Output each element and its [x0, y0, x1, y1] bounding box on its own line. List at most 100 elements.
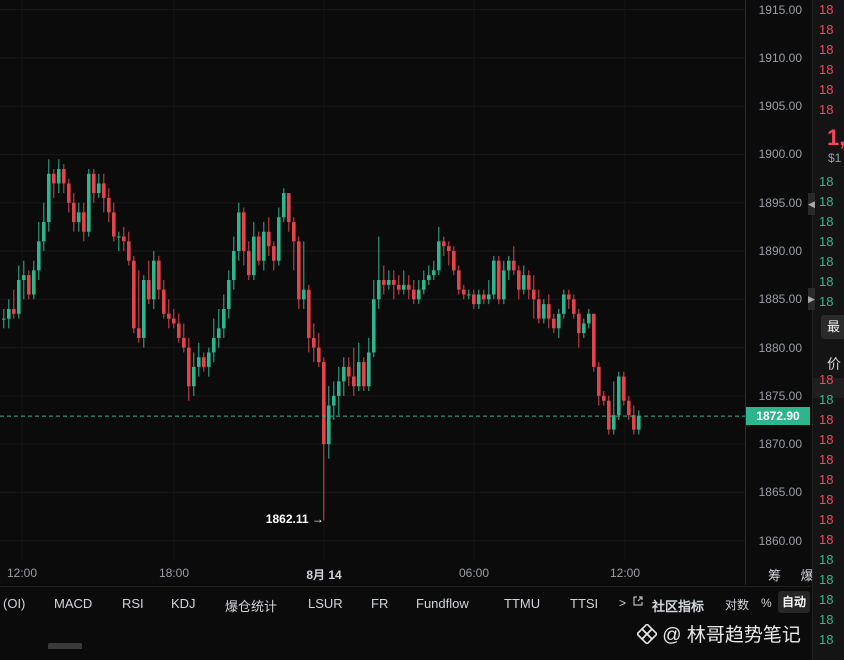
orderbook-precision-button[interactable]: 最 — [821, 315, 844, 339]
candle[interactable] — [542, 299, 546, 324]
candle[interactable] — [82, 202, 86, 242]
candle[interactable] — [592, 313, 596, 372]
candle[interactable] — [87, 168, 91, 237]
orderbook-price[interactable]: 18 — [819, 612, 833, 627]
candle[interactable] — [577, 308, 581, 348]
candle[interactable] — [527, 270, 531, 300]
candle[interactable] — [562, 289, 566, 319]
orderbook-price[interactable]: 18 — [819, 2, 833, 17]
candle[interactable] — [192, 352, 196, 396]
candle[interactable] — [312, 323, 316, 363]
candle[interactable] — [572, 294, 576, 319]
orderbook-price[interactable]: 18 — [819, 572, 833, 587]
candle[interactable] — [2, 308, 6, 329]
candle[interactable] — [427, 265, 431, 285]
candle[interactable] — [537, 289, 541, 324]
orderbook-price[interactable]: 18 — [819, 512, 833, 527]
candle[interactable] — [307, 284, 311, 353]
candle[interactable] — [532, 275, 536, 319]
candle[interactable] — [217, 308, 221, 348]
candle[interactable] — [497, 255, 501, 305]
orderbook-price[interactable]: 18 — [819, 274, 833, 289]
community-indicators-link[interactable]: 社区指标 — [652, 596, 704, 615]
candle[interactable] — [42, 202, 46, 252]
candle[interactable] — [12, 289, 16, 319]
candle[interactable] — [332, 381, 336, 420]
indicator-macd[interactable]: MACD — [54, 596, 92, 611]
candle[interactable] — [57, 159, 61, 194]
candle[interactable] — [557, 308, 561, 338]
orderbook-price[interactable]: 18 — [819, 412, 833, 427]
indicator-rsi[interactable]: RSI — [122, 596, 144, 611]
candle[interactable] — [377, 236, 381, 309]
candle[interactable] — [317, 333, 321, 367]
candle[interactable] — [522, 265, 526, 295]
candle[interactable] — [372, 280, 376, 358]
candle[interactable] — [72, 193, 76, 232]
orderbook-price[interactable]: 18 — [819, 62, 833, 77]
candle[interactable] — [277, 207, 281, 266]
orderbook-price[interactable]: 18 — [819, 472, 833, 487]
candle[interactable] — [327, 386, 331, 459]
candle[interactable] — [147, 260, 151, 305]
candle[interactable] — [467, 289, 471, 300]
panel-expand-right-icon[interactable]: ▶ — [808, 288, 815, 310]
auto-scale-button[interactable]: 自动 — [778, 591, 810, 613]
chevron-right-icon[interactable]: > — [619, 596, 626, 610]
candle[interactable] — [107, 188, 111, 223]
candle[interactable] — [152, 251, 156, 309]
candle[interactable] — [292, 217, 296, 271]
indicator-fundflow[interactable]: Fundflow — [416, 596, 469, 611]
candle[interactable] — [237, 202, 241, 261]
candle[interactable] — [252, 222, 256, 280]
orderbook-price[interactable]: 18 — [819, 532, 833, 547]
candle[interactable] — [322, 357, 326, 521]
candle[interactable] — [117, 231, 121, 252]
candle[interactable] — [207, 347, 211, 377]
candle[interactable] — [267, 217, 271, 256]
candle[interactable] — [202, 352, 206, 372]
candle[interactable] — [412, 280, 416, 305]
indicator-ttmu[interactable]: TTMU — [504, 596, 540, 611]
candle[interactable] — [387, 270, 391, 290]
candle[interactable] — [127, 231, 131, 266]
indicator-oi[interactable]: (OI) — [3, 596, 25, 611]
orderbook-price[interactable]: 18 — [819, 22, 833, 37]
orderbook-price[interactable]: 18 — [819, 492, 833, 507]
log-scale-toggle[interactable]: 对数 — [725, 596, 749, 613]
chart-canvas[interactable] — [0, 0, 745, 585]
candle[interactable] — [102, 173, 106, 213]
orderbook-price[interactable]: 18 — [819, 452, 833, 467]
candle[interactable] — [32, 260, 36, 300]
candle[interactable] — [7, 299, 11, 329]
candle[interactable] — [162, 280, 166, 319]
candle[interactable] — [342, 357, 346, 396]
candle[interactable] — [407, 275, 411, 300]
candle[interactable] — [287, 193, 291, 232]
candle[interactable] — [587, 308, 591, 329]
candle[interactable] — [337, 366, 341, 416]
orderbook-price[interactable]: 18 — [819, 82, 833, 97]
candle[interactable] — [397, 275, 401, 295]
candle[interactable] — [222, 294, 226, 338]
candle[interactable] — [17, 265, 21, 319]
candle[interactable] — [362, 357, 366, 392]
orderbook-price[interactable]: 18 — [819, 214, 833, 229]
candle[interactable] — [37, 222, 41, 280]
external-link-icon[interactable] — [633, 596, 643, 609]
candle[interactable] — [502, 260, 506, 305]
candle[interactable] — [622, 371, 626, 406]
candle[interactable] — [62, 164, 66, 194]
candle[interactable] — [417, 280, 421, 305]
candle[interactable] — [172, 308, 176, 329]
candle[interactable] — [487, 280, 491, 305]
candle[interactable] — [482, 289, 486, 305]
orderbook-price[interactable]: 18 — [819, 174, 833, 189]
orderbook-price[interactable]: 18 — [819, 632, 833, 647]
orderbook-price[interactable]: 18 — [819, 552, 833, 567]
candle[interactable] — [472, 289, 476, 309]
candle[interactable] — [272, 241, 276, 271]
candle[interactable] — [422, 270, 426, 295]
orderbook-price[interactable]: 18 — [819, 432, 833, 447]
candle[interactable] — [77, 202, 81, 232]
